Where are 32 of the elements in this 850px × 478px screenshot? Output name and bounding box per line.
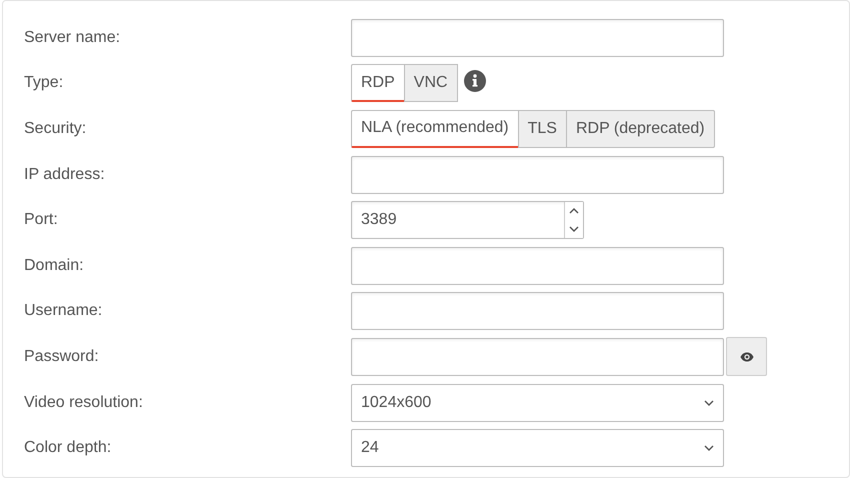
decrement-button[interactable] xyxy=(565,220,583,238)
chevron-down-icon xyxy=(704,445,714,452)
chevron-down-icon xyxy=(704,400,714,406)
text-field[interactable] xyxy=(351,156,724,194)
number-field[interactable]: 3389 xyxy=(351,201,584,240)
field-label: Username: xyxy=(23,302,104,320)
toggle-option[interactable]: RDP (deprecated) xyxy=(566,110,715,148)
text-field[interactable] xyxy=(351,292,724,330)
field-label: Type: xyxy=(23,74,64,92)
show-password-button[interactable] xyxy=(726,337,767,376)
toggle-option[interactable]: TLS xyxy=(518,110,567,148)
text-field[interactable] xyxy=(351,18,724,57)
field-label: Server name: xyxy=(23,28,122,47)
field-label: Color depth: xyxy=(23,439,112,458)
chevron-up-icon xyxy=(569,208,579,214)
field-label: Domain: xyxy=(23,256,85,275)
dropdown[interactable]: 24 xyxy=(351,429,724,468)
toggle-option[interactable]: NLA (recommended) xyxy=(351,110,519,148)
field-label: Password: xyxy=(23,348,100,366)
info-icon[interactable] xyxy=(464,70,486,92)
toggle-option[interactable]: VNC xyxy=(404,64,458,102)
field-label: Port: xyxy=(23,211,59,230)
chevron-down-icon xyxy=(569,226,579,232)
text-field[interactable] xyxy=(351,246,724,285)
field-label: IP address: xyxy=(23,166,106,184)
toggle-option[interactable]: RDP xyxy=(351,64,405,102)
dropdown[interactable]: 1024x600 xyxy=(351,384,724,422)
field-label: Security: xyxy=(23,120,88,138)
password-field[interactable] xyxy=(351,338,724,376)
eye-icon xyxy=(740,352,754,362)
field-label: Video resolution: xyxy=(23,394,144,412)
increment-button[interactable] xyxy=(565,202,583,220)
